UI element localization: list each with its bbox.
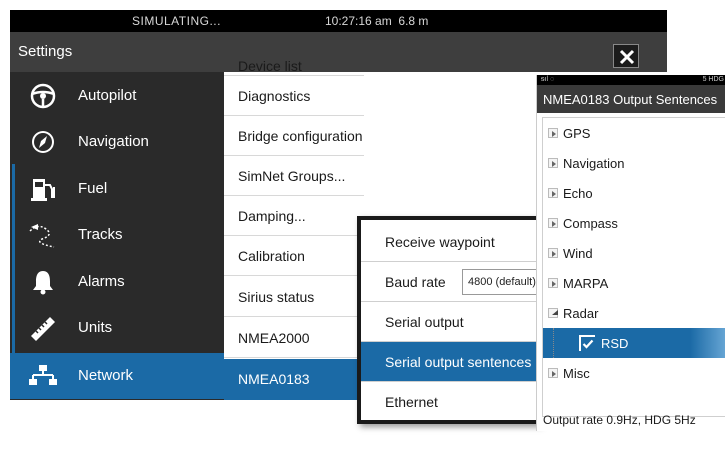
- menu-item-receive-waypoint[interactable]: Receive waypoint: [361, 222, 536, 262]
- tree-item-echo[interactable]: Echo: [543, 178, 725, 208]
- list-item-sirius-status[interactable]: Sirius status: [224, 277, 364, 317]
- ruler-icon: [28, 314, 58, 342]
- list-item-label: Damping...: [238, 208, 306, 224]
- sidebar-item-alarms[interactable]: Alarms: [10, 259, 224, 305]
- signal-icon: ᵴıl ◌: [541, 76, 555, 83]
- menu-item-serial-output[interactable]: Serial output: [361, 302, 536, 342]
- expand-arrow-icon[interactable]: [548, 218, 558, 228]
- sidebar-item-units[interactable]: Units: [10, 305, 224, 351]
- expand-arrow-icon[interactable]: [548, 368, 558, 378]
- menu-item-ethernet[interactable]: Ethernet: [361, 382, 536, 420]
- list-item-damping[interactable]: Damping...: [224, 196, 364, 236]
- tree-connector: [553, 328, 554, 358]
- tree-item-navigation[interactable]: Navigation: [543, 148, 725, 178]
- tree-item-rsd[interactable]: RSD: [543, 328, 725, 358]
- sidebar-item-label: Alarms: [78, 273, 125, 290]
- tree-item-label: Navigation: [563, 156, 625, 171]
- nmea0183-menu: Receive waypoint Baud rate 4800 (default…: [357, 216, 540, 424]
- list-item-label: NMEA0183: [238, 371, 310, 387]
- list-item-diagnostics[interactable]: Diagnostics: [224, 76, 364, 116]
- menu-item-serial-output-sentences[interactable]: Serial output sentences: [361, 342, 536, 382]
- baud-rate-value: 4800 (default): [468, 276, 536, 288]
- output-rate-footer: Output rate 0.9Hz, HDG 5Hz: [543, 413, 696, 427]
- status-bar: SIMULATING... 10:27:16 am 6.8 m: [10, 10, 667, 32]
- checkmark-icon: [581, 337, 595, 351]
- status-time: 10:27:16 am 6.8 m: [325, 14, 429, 28]
- settings-sidebar: Autopilot Navigation Fuel Tracks Alarms: [10, 72, 224, 400]
- dialog-status-bar: ᵴıl ◌ 5 HDG: [537, 75, 725, 85]
- collapse-arrow-icon[interactable]: [548, 308, 558, 318]
- dialog-title-bar: NMEA0183 Output Sentences: [537, 85, 725, 113]
- menu-item-label: Baud rate: [385, 274, 446, 290]
- sidebar-item-fuel[interactable]: Fuel: [10, 166, 224, 212]
- tree-item-label: Echo: [563, 186, 593, 201]
- menu-item-label: Receive waypoint: [385, 234, 495, 250]
- sidebar-item-label: Navigation: [78, 133, 149, 150]
- menu-item-label: Serial output sentences: [385, 354, 532, 370]
- tree-item-gps[interactable]: GPS: [543, 118, 725, 148]
- baud-rate-select[interactable]: 4800 (default): [462, 269, 536, 295]
- menu-item-baud-rate[interactable]: Baud rate 4800 (default): [361, 262, 536, 302]
- tree-item-marpa[interactable]: MARPA: [543, 268, 725, 298]
- steering-wheel-icon: [28, 82, 58, 110]
- close-button[interactable]: [613, 44, 639, 68]
- list-item-nmea2000[interactable]: NMEA2000: [224, 318, 364, 358]
- compass-icon: [28, 128, 58, 156]
- list-item-label: Bridge configuration: [238, 128, 363, 144]
- tree-item-label: RSD: [601, 336, 629, 351]
- fuel-pump-icon: [28, 175, 58, 203]
- sidebar-item-label: Autopilot: [78, 87, 137, 104]
- sidebar-item-autopilot[interactable]: Autopilot: [10, 73, 224, 119]
- menu-item-label: Serial output: [385, 314, 464, 330]
- output-sentences-dialog: ᵴıl ◌ 5 HDG NMEA0183 Output Sentences GP…: [536, 75, 725, 431]
- expand-arrow-icon[interactable]: [548, 278, 558, 288]
- expand-arrow-icon[interactable]: [548, 248, 558, 258]
- sidebar-item-network[interactable]: Network: [10, 353, 224, 399]
- list-item-bridge-configuration[interactable]: Bridge configuration: [224, 116, 364, 156]
- list-item-device-list[interactable]: Device list: [224, 48, 364, 76]
- tree-item-wind[interactable]: Wind: [543, 238, 725, 268]
- sidebar-item-label: Network: [78, 367, 134, 384]
- list-item-label: Calibration: [238, 248, 305, 264]
- dialog-title: NMEA0183 Output Sentences: [543, 92, 718, 107]
- list-item-calibration[interactable]: Calibration: [224, 236, 364, 276]
- tree-item-label: MARPA: [563, 276, 609, 291]
- list-item-simnet-groups[interactable]: SimNet Groups...: [224, 156, 364, 196]
- tree-item-label: Wind: [563, 246, 593, 261]
- tree-item-label: Misc: [563, 366, 590, 381]
- bell-icon: [28, 268, 58, 296]
- list-item-label: SimNet Groups...: [238, 168, 346, 184]
- page-title: Settings: [18, 43, 73, 60]
- list-item-label: Diagnostics: [238, 88, 311, 104]
- sentences-tree: GPS Navigation Echo Compass Wind MARPA R…: [542, 117, 725, 417]
- tracks-icon: [28, 221, 58, 249]
- expand-arrow-icon[interactable]: [548, 188, 558, 198]
- tree-item-misc[interactable]: Misc: [543, 358, 725, 388]
- network-icon: [28, 362, 58, 390]
- list-item-label: Sirius status: [238, 289, 315, 305]
- tree-item-label: GPS: [563, 126, 591, 141]
- expand-arrow-icon[interactable]: [548, 128, 558, 138]
- tree-item-radar[interactable]: Radar: [543, 298, 725, 328]
- sidebar-item-label: Units: [78, 319, 113, 336]
- tree-item-label: Compass: [563, 216, 618, 231]
- rsd-checkbox[interactable]: [579, 335, 595, 351]
- list-item-label: NMEA2000: [238, 330, 310, 346]
- expand-arrow-icon[interactable]: [548, 158, 558, 168]
- close-icon: [619, 49, 635, 65]
- heading-indicator: 5 HDG: [702, 76, 724, 83]
- tree-item-compass[interactable]: Compass: [543, 208, 725, 238]
- sidebar-item-label: Fuel: [78, 180, 108, 197]
- sidebar-item-navigation[interactable]: Navigation: [10, 119, 224, 165]
- sidebar-item-tracks[interactable]: Tracks: [10, 212, 224, 258]
- sidebar-item-label: Tracks: [78, 226, 123, 243]
- list-item-nmea0183[interactable]: NMEA0183: [224, 359, 364, 400]
- list-item-label: Device list: [238, 58, 302, 74]
- simulating-indicator: SIMULATING...: [132, 14, 221, 28]
- menu-item-label: Ethernet: [385, 394, 438, 410]
- status-depth: 6.8 m: [398, 14, 429, 28]
- tree-item-label: Radar: [563, 306, 599, 321]
